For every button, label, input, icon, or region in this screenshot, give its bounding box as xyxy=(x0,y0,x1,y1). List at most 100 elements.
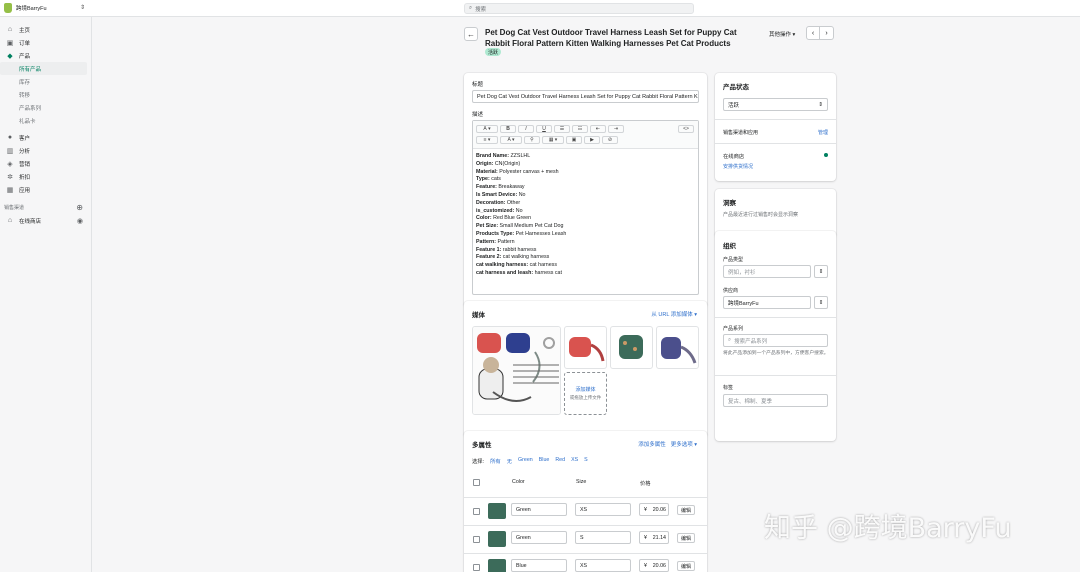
outdent-icon[interactable]: ⇤ xyxy=(590,124,606,133)
collections-search-input[interactable]: ⌕ 搜索产品系列 xyxy=(723,334,828,347)
product-image-green[interactable] xyxy=(610,326,653,369)
sidebar-item-home[interactable]: ⌂ 主页 xyxy=(0,23,91,36)
variant-image[interactable] xyxy=(488,503,506,519)
chevron-updown-icon[interactable]: ⇕ xyxy=(80,4,85,11)
title-field[interactable]: Pet Dog Cat Vest Outdoor Travel Harness … xyxy=(472,90,699,103)
sidebar-subitem-all-products[interactable]: 所有产品 xyxy=(0,62,87,75)
sidebar-item-apps[interactable]: ▦ 应用 xyxy=(0,183,91,196)
align-dropdown-icon[interactable]: ≡ ▾ xyxy=(476,135,498,144)
sidebar-item-online-store[interactable]: ⌂ 在线商店 ◉ xyxy=(0,214,91,227)
product-type-select[interactable]: ⇕ xyxy=(814,265,828,278)
price-input[interactable]: ¥20.06 xyxy=(639,559,669,572)
schedule-availability-link[interactable]: 安排供货情况 xyxy=(723,163,753,170)
size-input[interactable]: XS xyxy=(575,503,631,516)
price-input[interactable]: ¥21.14 xyxy=(639,531,669,544)
sidebar-item-products[interactable]: ◆ 产品 xyxy=(0,49,91,62)
sidebar-subitem-transfers[interactable]: 转移 xyxy=(0,88,91,101)
color-input[interactable]: Green xyxy=(511,531,567,544)
add-from-url-link[interactable]: 从 URL 添加媒体 ▾ xyxy=(651,310,697,318)
desc-line: Feature: Breakaway xyxy=(476,184,525,191)
chevron-updown-icon: ⇕ xyxy=(818,299,824,306)
sidebar-subitem-collections[interactable]: 产品系列 xyxy=(0,101,91,114)
desc-line: Pattern: Pattern xyxy=(476,238,515,245)
vendor-input[interactable]: 跨境BarryFu xyxy=(723,296,811,309)
sales-channels-header: 销售渠道 ⊕ xyxy=(0,200,91,214)
product-image-red[interactable] xyxy=(564,326,607,369)
variant-image[interactable] xyxy=(488,531,506,547)
text-color-icon[interactable]: A ▾ xyxy=(500,135,522,144)
add-media-button[interactable]: 添加媒体 xyxy=(565,386,606,393)
variant-image[interactable] xyxy=(488,559,506,572)
color-input[interactable]: Blue xyxy=(511,559,567,572)
sidebar-item-discounts[interactable]: ✲ 折扣 xyxy=(0,170,91,183)
clear-format-icon[interactable]: ⊘ xyxy=(602,135,618,144)
product-type-label: 产品类型 xyxy=(723,257,744,263)
filter-xs[interactable]: XS xyxy=(571,457,578,465)
row-checkbox[interactable] xyxy=(473,508,480,515)
sidebar-item-analytics[interactable]: ▥ 分析 xyxy=(0,144,91,157)
desc-line: Type: cats xyxy=(476,176,501,183)
price-input[interactable]: ¥20.06 xyxy=(639,503,669,516)
product-pager: ‹ › xyxy=(806,26,834,40)
row-checkbox[interactable] xyxy=(473,536,480,543)
description-content[interactable]: Brand Name: ZZSLHL Origin: CN(Origin) Ma… xyxy=(473,149,698,282)
bold-button[interactable]: B xyxy=(500,124,516,133)
select-all-checkbox[interactable] xyxy=(473,479,480,486)
sidebar-item-customers[interactable]: ● 客户 xyxy=(0,131,91,144)
sidebar-item-orders[interactable]: ▣ 订单 xyxy=(0,36,91,49)
filter-blue[interactable]: Blue xyxy=(539,457,550,465)
add-media-dropzone[interactable]: 添加媒体 或拖放上传文件 xyxy=(564,372,607,415)
size-input[interactable]: S xyxy=(575,531,631,544)
manage-channels-link[interactable]: 管理 xyxy=(818,129,828,136)
filter-s[interactable]: S xyxy=(584,457,588,465)
status-select[interactable]: 活跃 ⇕ xyxy=(723,98,828,111)
sidebar-item-marketing[interactable]: ◈ 营销 xyxy=(0,157,91,170)
code-view-button[interactable]: <> xyxy=(678,124,694,133)
vendor-select[interactable]: ⇕ xyxy=(814,296,828,309)
product-type-placeholder: 例如，衬衫 xyxy=(728,269,756,276)
row-checkbox[interactable] xyxy=(473,564,480,571)
tags-placeholder: 复古、棉制、夏季 xyxy=(728,398,773,405)
filter-none[interactable]: 无 xyxy=(507,457,512,465)
col-color: Color xyxy=(512,479,525,485)
italic-button[interactable]: I xyxy=(518,124,534,133)
product-image-blue[interactable] xyxy=(656,326,699,369)
col-price: 价格 xyxy=(640,481,651,487)
back-button[interactable]: ← xyxy=(464,27,478,41)
color-input[interactable]: Green xyxy=(511,503,567,516)
edit-variant-button[interactable]: 编辑 xyxy=(677,533,696,543)
edit-variant-button[interactable]: 编辑 xyxy=(677,505,696,515)
edit-variant-button[interactable]: 编辑 xyxy=(677,561,696,571)
link-icon[interactable]: ⚲ xyxy=(524,135,540,144)
filter-green[interactable]: Green xyxy=(518,457,533,465)
filter-all[interactable]: 所有 xyxy=(490,457,501,465)
paragraph-dropdown[interactable]: A ▾ xyxy=(476,124,498,133)
product-type-input[interactable]: 例如，衬衫 xyxy=(723,265,811,278)
bullet-list-icon[interactable]: ☰ xyxy=(554,124,570,133)
size-input[interactable]: XS xyxy=(575,559,631,572)
sidebar-subitem-inventory[interactable]: 库存 xyxy=(0,75,91,88)
add-variant-link[interactable]: 添加多属性 xyxy=(638,440,666,448)
underline-button[interactable]: U xyxy=(536,124,552,133)
more-actions-button[interactable]: 其他操作 ▾ xyxy=(769,30,795,38)
image-icon[interactable]: ▣ xyxy=(566,135,582,144)
tags-input[interactable]: 复古、棉制、夏季 xyxy=(723,394,828,407)
product-image-main[interactable] xyxy=(472,326,561,415)
sidebar-subitem-gift-cards[interactable]: 礼品卡 xyxy=(0,114,91,127)
video-icon[interactable]: ▶ xyxy=(584,135,600,144)
store-switcher[interactable]: 跨境BarryFu xyxy=(4,3,47,13)
add-channel-icon[interactable]: ⊕ xyxy=(76,203,83,212)
filter-red[interactable]: Red xyxy=(555,457,565,465)
next-product-button[interactable]: › xyxy=(820,26,834,40)
collections-help: 将此产品添加到一个产品系列中，方便客户搜索。 xyxy=(723,351,829,356)
previous-product-button[interactable]: ‹ xyxy=(806,26,820,40)
table-icon[interactable]: ▦ ▾ xyxy=(542,135,564,144)
collections-label: 产品系列 xyxy=(723,326,744,332)
search-input[interactable]: ⌕ 搜索 xyxy=(464,3,694,14)
apps-icon: ▦ xyxy=(6,186,14,194)
more-options-link[interactable]: 更多选项 ▾ xyxy=(671,440,697,448)
numbered-list-icon[interactable]: ☷ xyxy=(572,124,588,133)
indent-icon[interactable]: ⇥ xyxy=(608,124,624,133)
chevron-right-icon: › xyxy=(825,29,828,37)
eye-icon[interactable]: ◉ xyxy=(77,217,83,225)
